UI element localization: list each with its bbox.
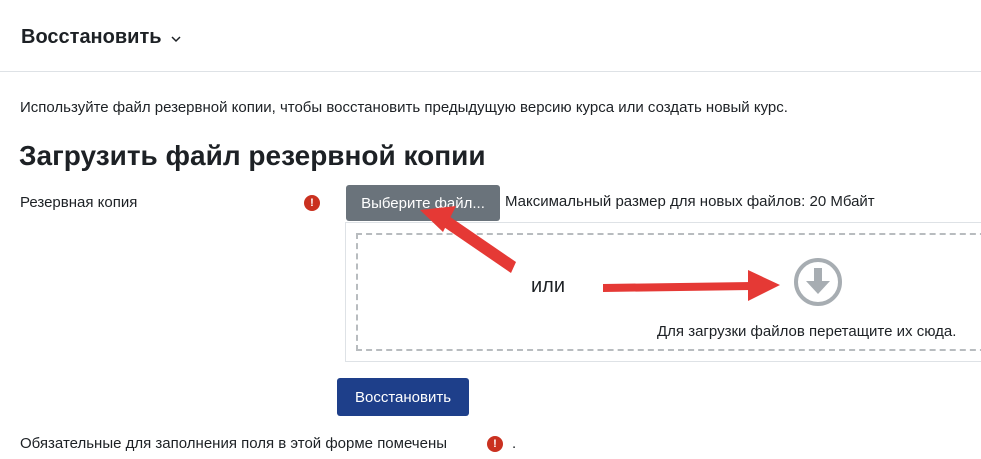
- required-icon: !: [487, 436, 503, 452]
- required-icon: !: [304, 195, 320, 211]
- page-header: Восстановить: [0, 0, 981, 72]
- restore-submit-button[interactable]: Восстановить: [337, 378, 469, 416]
- required-fields-note-end: .: [512, 435, 517, 452]
- dropzone-hint-text: Для загрузки файлов перетащите их сюда.: [657, 323, 957, 340]
- restore-menu-label: Восстановить: [21, 26, 162, 48]
- choose-file-button[interactable]: Выберите файл...: [346, 185, 500, 221]
- intro-text: Используйте файл резервной копии, чтобы …: [20, 99, 788, 116]
- or-annotation-text: или: [531, 275, 566, 297]
- download-arrow-icon[interactable]: [793, 257, 843, 307]
- chevron-down-icon: [171, 35, 181, 42]
- required-fields-note: Обязательные для заполнения поля в этой …: [20, 435, 448, 452]
- restore-menu-dropdown[interactable]: Восстановить: [21, 26, 181, 49]
- section-title: Загрузить файл резервной копии: [19, 140, 486, 171]
- backup-file-label: Резервная копия: [20, 194, 138, 211]
- max-file-size-text: Максимальный размер для новых файлов: 20…: [505, 193, 875, 210]
